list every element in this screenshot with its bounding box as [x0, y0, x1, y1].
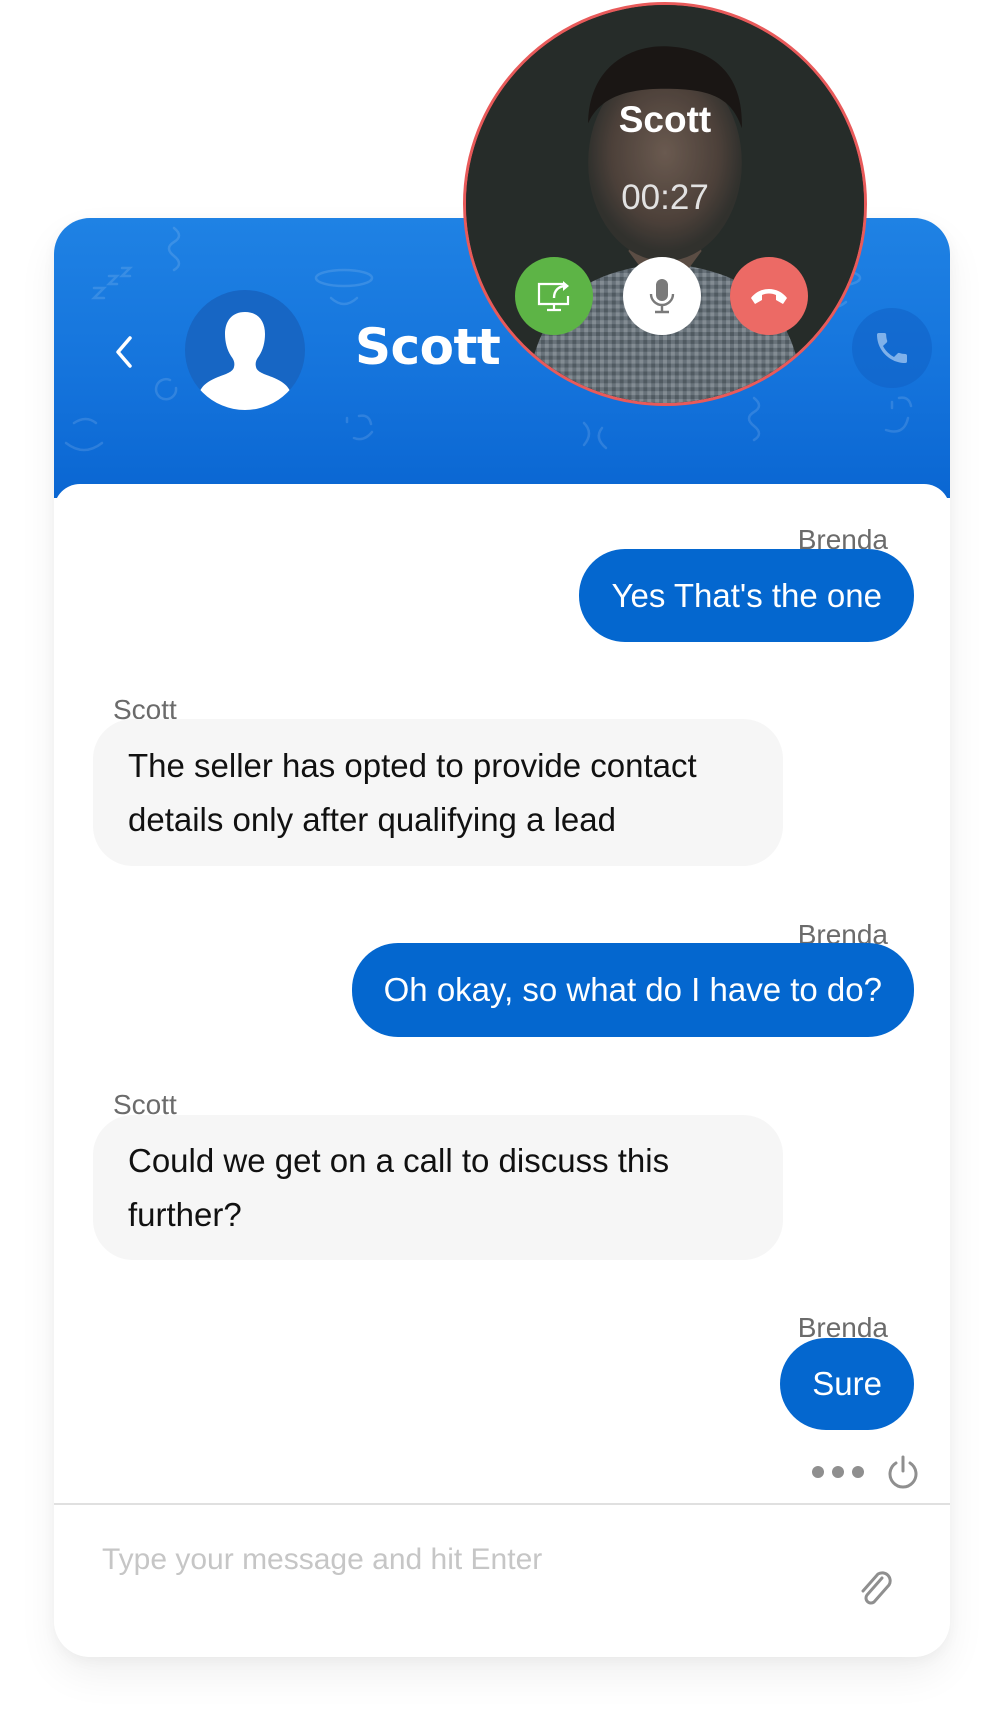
microphone-icon	[649, 279, 675, 314]
message-input[interactable]	[102, 1536, 802, 1584]
more-options-button[interactable]	[812, 1466, 864, 1478]
message-bubble-incoming: The seller has opted to provide contact …	[93, 719, 783, 866]
call-duration: 00:27	[621, 178, 709, 217]
attach-button[interactable]	[854, 1566, 898, 1610]
person-silhouette-icon	[200, 312, 290, 410]
power-icon[interactable]	[886, 1454, 920, 1490]
paperclip-icon	[861, 1571, 892, 1605]
composer-divider	[54, 1503, 950, 1505]
message-bubble-incoming: Could we get on a call to discuss this f…	[93, 1115, 783, 1260]
chat-actions	[812, 1454, 920, 1490]
hang-up-icon	[751, 289, 787, 304]
message-bubble-outgoing: Oh okay, so what do I have to do?	[351, 943, 914, 1037]
back-button[interactable]	[106, 332, 142, 372]
phone-icon	[877, 333, 907, 363]
share-screen-button[interactable]	[515, 257, 593, 335]
message-bubble-outgoing: Yes That's the one	[579, 549, 914, 642]
voice-call-button[interactable]	[852, 308, 932, 388]
chat-widget: Scott Brenda Yes That's the one Scott Th…	[54, 218, 950, 1657]
end-call-button[interactable]	[730, 257, 808, 335]
more-dots-icon	[852, 1466, 864, 1478]
contact-avatar	[185, 290, 305, 410]
mute-button[interactable]	[623, 257, 701, 335]
chevron-left-icon	[116, 336, 132, 368]
screen-share-icon	[537, 281, 570, 312]
caller-name: Scott	[618, 99, 712, 140]
message-bubble-outgoing: Sure	[780, 1338, 914, 1430]
active-call-overlay: Scott 00:27	[463, 2, 867, 406]
more-dots-icon	[832, 1466, 844, 1478]
more-dots-icon	[812, 1466, 824, 1478]
